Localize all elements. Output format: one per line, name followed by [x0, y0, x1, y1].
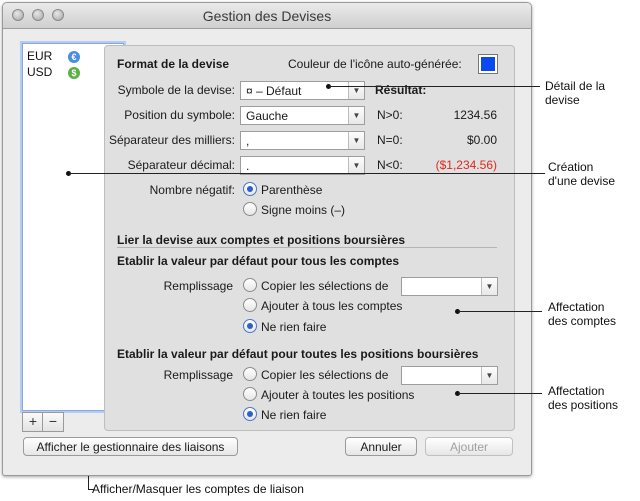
radio-positions-add-all-label: Ajouter à toutes les positions — [261, 388, 415, 402]
radio-accounts-nothing[interactable] — [243, 319, 257, 333]
chevron-down-icon: ▼ — [348, 157, 364, 174]
position-select[interactable]: Gauche ▼ — [240, 106, 365, 125]
callout-line — [458, 393, 542, 394]
accounts-copy-select[interactable]: ▼ — [401, 277, 498, 296]
annotation-creation-2: d'une devise — [548, 174, 616, 188]
window-title: Gestion des Devises — [202, 8, 332, 24]
annotation-positions-1: Affectation — [548, 384, 605, 398]
add-currency-button[interactable]: + — [22, 412, 44, 432]
format-heading: Format de la devise — [117, 57, 230, 71]
annotation-accounts-1: Affectation — [548, 300, 605, 314]
radio-positions-nothing-label: Ne rien faire — [261, 408, 327, 422]
radio-positions-copy-label: Copier les sélections de — [261, 368, 389, 382]
remove-currency-button[interactable]: − — [42, 412, 64, 432]
result-negative-label: N<0: — [377, 158, 403, 172]
annotation-toggle: Afficher/Masquer les comptes de liaison — [92, 482, 304, 496]
positions-heading: Etablir la valeur par défaut pour toutes… — [117, 347, 479, 361]
currency-detail-panel: Format de la devise Couleur de l'icône a… — [104, 45, 515, 431]
annotation-detail: Détail de la devise — [545, 79, 606, 107]
chevron-down-icon: ▼ — [348, 82, 364, 99]
radio-accounts-add-all[interactable] — [243, 298, 257, 312]
radio-positions-add-all[interactable] — [243, 387, 257, 401]
list-item-eur[interactable]: EUR — [27, 49, 52, 63]
radio-positions-copy[interactable] — [243, 367, 257, 381]
radio-minus-sign[interactable] — [243, 202, 257, 216]
decimal-separator-value: . — [246, 159, 250, 173]
title-bar: Gestion des Devises — [3, 3, 531, 29]
callout-line — [88, 476, 89, 490]
radio-parentheses[interactable] — [243, 182, 257, 196]
radio-positions-nothing[interactable] — [243, 407, 257, 421]
decimal-separator-label: Séparateur décimal: — [127, 158, 235, 172]
callout-line — [69, 173, 545, 174]
positions-fill-label: Remplissage — [163, 368, 233, 382]
callout-line — [458, 311, 542, 312]
result-positive-label: N>0: — [377, 108, 403, 122]
annotation-positions-2: des positions — [548, 398, 619, 412]
symbol-label: Symbole de la devise: — [117, 83, 235, 97]
radio-minus-sign-label: Signe moins (–) — [261, 203, 346, 217]
show-links-manager-button[interactable]: Afficher le gestionnaire des liaisons — [23, 437, 238, 456]
result-negative-value: ($1,234.56) — [435, 158, 497, 172]
accounts-fill-label: Remplissage — [163, 279, 233, 293]
radio-accounts-copy[interactable] — [243, 278, 257, 292]
callout-line — [329, 86, 540, 87]
negative-number-label: Nombre négatif: — [149, 183, 235, 197]
result-zero-value: $0.00 — [466, 133, 497, 147]
annotation-creation-1: Création — [548, 160, 594, 174]
chevron-down-icon: ▼ — [481, 278, 497, 295]
list-item-usd[interactable]: USD — [27, 65, 52, 79]
chevron-down-icon: ▼ — [348, 132, 364, 149]
chevron-down-icon: ▼ — [481, 367, 497, 384]
color-swatch — [481, 57, 495, 71]
currency-code: USD — [27, 65, 53, 79]
radio-accounts-copy-label: Copier les sélections de — [261, 279, 389, 293]
accounts-heading: Etablir la valeur par défaut pour tous l… — [117, 254, 400, 268]
euro-icon: € — [68, 51, 80, 63]
symbol-value: ¤ – Défaut — [246, 84, 302, 98]
position-label: Position du symbole: — [124, 108, 235, 122]
currency-manager-window: Gestion des Devises EUR € USD $ + − Form… — [2, 2, 532, 476]
position-value: Gauche — [246, 109, 289, 123]
result-positive-value: 1234.56 — [453, 108, 497, 122]
cancel-button[interactable]: Annuler — [345, 437, 417, 456]
radio-accounts-nothing-label: Ne rien faire — [261, 320, 327, 334]
chevron-down-icon: ▼ — [348, 107, 364, 124]
result-zero-label: N=0: — [377, 133, 403, 147]
thousands-separator-label: Séparateur des milliers: — [108, 133, 235, 147]
thousands-separator-value: , — [246, 134, 250, 148]
divider — [117, 247, 497, 248]
positions-copy-select[interactable]: ▼ — [401, 366, 498, 385]
radio-accounts-add-all-label: Ajouter à tous les comptes — [261, 299, 403, 313]
add-button[interactable]: Ajouter — [425, 437, 513, 456]
radio-parentheses-label: Parenthèse — [261, 183, 323, 197]
dollar-icon: $ — [68, 67, 80, 79]
annotation-accounts-2: des comptes — [548, 314, 617, 328]
icon-color-well[interactable] — [478, 54, 498, 74]
currency-code: EUR — [27, 49, 53, 63]
icon-color-label: Couleur de l'icône auto-générée: — [288, 57, 462, 71]
symbol-select[interactable]: ¤ – Défaut ▼ — [240, 81, 365, 100]
link-heading: Lier la devise aux comptes et positions … — [117, 233, 406, 247]
thousands-separator-select[interactable]: , ▼ — [240, 131, 365, 150]
